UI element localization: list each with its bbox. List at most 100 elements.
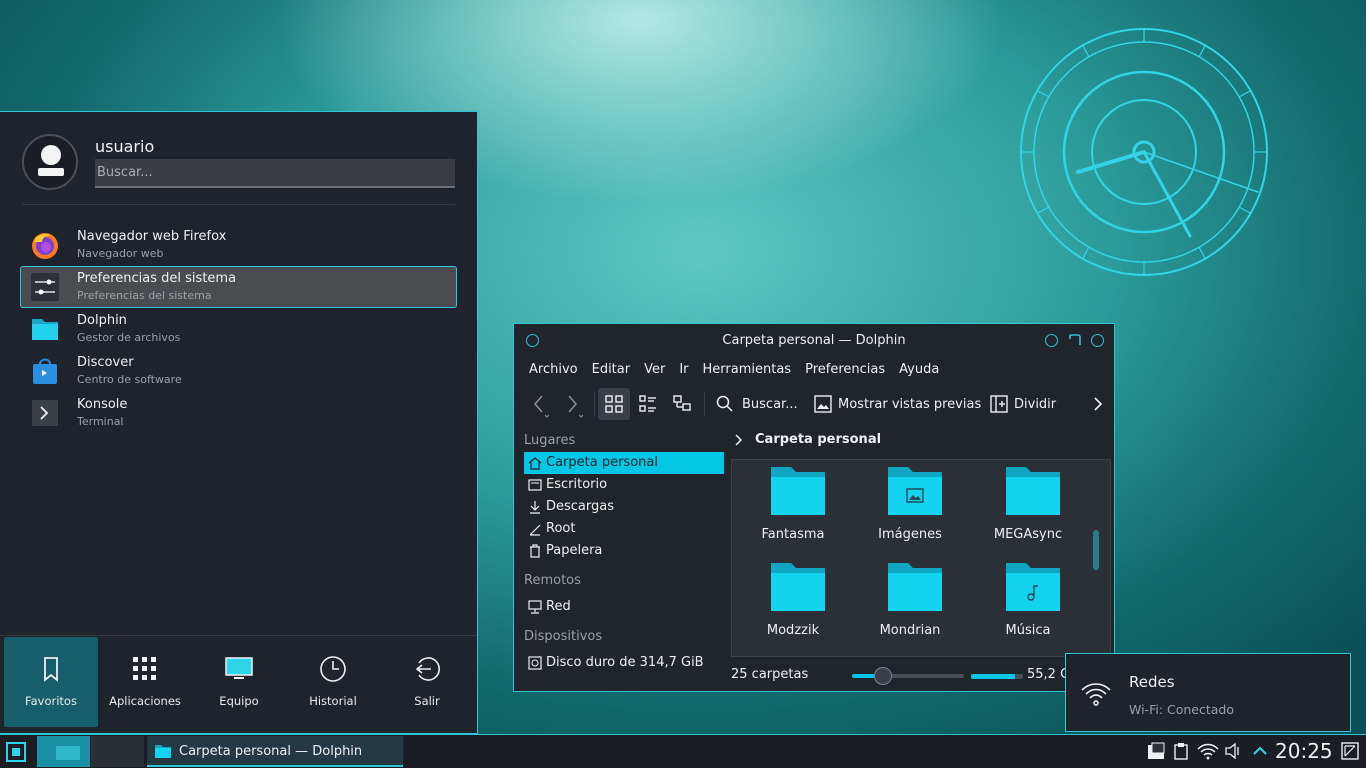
menu-help[interactable]: Ayuda <box>892 360 946 382</box>
folder-item[interactable]: Mondrian <box>855 561 965 651</box>
tab-favorites[interactable]: Favoritos <box>4 637 98 727</box>
menu-file[interactable]: Archivo <box>522 360 585 382</box>
wifi-tray-icon[interactable] <box>1197 742 1219 760</box>
launcher-tabs: Favoritos Aplicaciones Equipo Historial … <box>4 637 474 729</box>
folder-icon <box>771 563 825 611</box>
free-space-bar <box>971 674 1023 679</box>
menu-settings[interactable]: Preferencias <box>798 360 892 382</box>
place-downloads[interactable]: Descargas <box>524 496 724 518</box>
app-dolphin[interactable]: Dolphin Gestor de archivos <box>20 308 457 350</box>
details-view-icon <box>673 395 691 411</box>
app-name: Dolphin <box>77 313 127 328</box>
free-space-label: 55,2 G <box>1027 667 1071 682</box>
title-bar[interactable]: Carpeta personal — Dolphin <box>514 324 1114 356</box>
network-icon <box>528 600 542 614</box>
search-input[interactable] <box>95 159 455 188</box>
app-discover[interactable]: Discover Centro de software <box>20 350 457 392</box>
show-previews-button[interactable]: Mostrar vistas previas <box>814 388 981 420</box>
menu-view[interactable]: Ver <box>637 360 672 382</box>
grid-icon <box>133 657 156 680</box>
free-space-fill <box>971 674 1016 679</box>
dolphin-window: Carpeta personal — Dolphin Archivo Edita… <box>513 323 1115 692</box>
favorites-list: Navegador web Firefox Navegador web Pref… <box>20 224 457 434</box>
folder-item[interactable]: Imágenes <box>855 465 965 555</box>
music-folder-icon <box>1006 563 1060 611</box>
pictures-folder-icon <box>888 467 942 515</box>
details-view-button[interactable] <box>666 388 698 420</box>
app-launcher-button[interactable] <box>4 740 28 764</box>
place-label: Papelera <box>546 543 603 558</box>
folder-item[interactable]: Fantasma <box>738 465 848 555</box>
place-desktop[interactable]: Escritorio <box>524 474 724 496</box>
task-dolphin[interactable]: Carpeta personal — Dolphin <box>147 736 403 767</box>
folder-item[interactable]: Modzzik <box>738 561 848 651</box>
menu-go[interactable]: Ir <box>672 360 695 382</box>
scrollbar-thumb[interactable] <box>1093 530 1099 570</box>
tab-computer[interactable]: Equipo <box>192 637 286 727</box>
desktop-1[interactable] <box>37 736 90 767</box>
zoom-slider-handle[interactable] <box>874 667 893 685</box>
app-name: Konsole <box>77 397 128 412</box>
folder-icon <box>888 563 942 611</box>
tab-label: Salir <box>414 694 440 708</box>
devices-heading: Dispositivos <box>524 629 603 644</box>
folder-name: Imágenes <box>878 527 942 542</box>
place-label: Escritorio <box>546 477 608 492</box>
analog-clock-widget <box>1020 28 1268 276</box>
place-home[interactable]: Carpeta personal <box>524 452 724 474</box>
place-label: Root <box>546 521 576 536</box>
breadcrumb[interactable]: Carpeta personal <box>755 432 881 447</box>
clipboard-manager-icon[interactable] <box>1147 742 1165 760</box>
user-avatar[interactable] <box>22 134 78 190</box>
separator <box>594 392 595 416</box>
menu-bar: Archivo Editar Ver Ir Herramientas Prefe… <box>522 360 946 382</box>
menu-tools[interactable]: Herramientas <box>696 360 799 382</box>
terminal-icon <box>32 400 58 426</box>
minimize-button[interactable] <box>1045 334 1058 347</box>
folder-item[interactable]: MEGAsync <box>973 465 1083 555</box>
folder-item[interactable]: Música <box>973 561 1083 651</box>
taskbar-clock[interactable]: 20:25 <box>1275 739 1333 763</box>
forward-button[interactable] <box>560 388 588 420</box>
chevron-right-icon[interactable] <box>734 433 744 447</box>
network-popup[interactable]: Redes Wi-Fi: Conectado <box>1065 653 1351 732</box>
toolbar-overflow-icon[interactable] <box>1090 388 1106 420</box>
separator <box>704 392 705 416</box>
place-root[interactable]: Root <box>524 518 724 540</box>
icons-view-button[interactable] <box>598 388 630 420</box>
bookmark-icon <box>44 657 58 682</box>
app-firefox[interactable]: Navegador web Firefox Navegador web <box>20 224 457 266</box>
show-desktop-icon[interactable] <box>1340 741 1360 761</box>
place-label: Descargas <box>546 499 615 514</box>
close-button[interactable] <box>1091 334 1104 347</box>
compact-view-button[interactable] <box>632 388 664 420</box>
user-header: usuario <box>22 134 455 198</box>
clipboard-icon[interactable] <box>1172 742 1190 760</box>
divider <box>22 204 455 205</box>
zoom-slider[interactable] <box>852 667 964 685</box>
place-trash[interactable]: Papelera <box>524 540 724 562</box>
back-button[interactable] <box>526 388 554 420</box>
desktop-2[interactable] <box>91 736 144 767</box>
volume-icon[interactable] <box>1224 742 1242 760</box>
icons-view-icon <box>605 395 623 413</box>
search-button[interactable]: Buscar... <box>716 388 798 420</box>
app-system-settings[interactable]: Preferencias del sistema Preferencias de… <box>20 266 457 308</box>
wifi-icon <box>1081 683 1111 706</box>
firefox-icon <box>32 233 58 259</box>
tab-history[interactable]: Historial <box>286 637 380 727</box>
split-button[interactable]: Dividir <box>990 388 1056 420</box>
toolbar: Buscar... Mostrar vistas previas Dividir <box>514 386 1114 424</box>
app-konsole[interactable]: Konsole Terminal <box>20 392 457 434</box>
menu-edit[interactable]: Editar <box>585 360 638 382</box>
folder-icon <box>1006 467 1060 515</box>
tab-leave[interactable]: Salir <box>380 637 474 727</box>
username: usuario <box>95 137 155 156</box>
app-name: Navegador web Firefox <box>77 229 227 244</box>
maximize-button[interactable] <box>1068 333 1082 347</box>
divider <box>0 635 477 636</box>
tab-applications[interactable]: Aplicaciones <box>98 637 192 727</box>
place-network[interactable]: Red <box>524 596 724 618</box>
expand-tray-icon[interactable] <box>1251 742 1269 760</box>
folder-name: Modzzik <box>766 623 820 638</box>
